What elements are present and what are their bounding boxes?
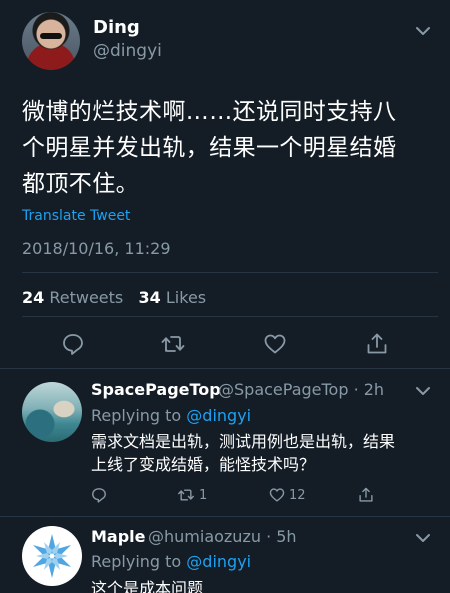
tweet-action-bar xyxy=(0,331,450,359)
reply-icon[interactable] xyxy=(90,486,108,504)
divider xyxy=(22,316,438,317)
divider xyxy=(0,516,450,517)
tweet-text-line: 个明星并发出轨，结果一个明星结婚 xyxy=(22,135,397,161)
reply-action-bar: 1 12 xyxy=(0,486,450,506)
tweet-text-line: 微博的烂技术啊……还说同时支持八 xyxy=(22,99,397,125)
like-icon xyxy=(268,486,286,504)
reply-text: 这个是成本问题 xyxy=(91,577,436,593)
reply-avatar[interactable] xyxy=(22,382,82,442)
replying-to-prefix: Replying to xyxy=(91,552,187,571)
avatar-glasses xyxy=(40,33,62,39)
reply-avatar[interactable] xyxy=(22,526,82,586)
tweet-text-line: 都顶不住。 xyxy=(22,171,139,197)
retweet-icon xyxy=(176,486,196,504)
replying-to: Replying to @dingyi xyxy=(91,552,251,571)
reply-author-name[interactable]: Maple xyxy=(91,527,146,546)
retweet-button[interactable]: 1 xyxy=(176,486,207,504)
chevron-down-icon[interactable] xyxy=(416,533,430,543)
chevron-down-icon[interactable] xyxy=(416,386,430,396)
likes-count: 34 xyxy=(138,288,161,307)
author-handle[interactable]: @dingyi xyxy=(93,41,162,61)
likes-label: Likes xyxy=(165,288,207,307)
chevron-down-icon[interactable] xyxy=(416,26,430,36)
avatar[interactable] xyxy=(22,12,80,70)
tweet-text: 微博的烂技术啊……还说同时支持八 个明星并发出轨，结果一个明星结婚 都顶不住。 xyxy=(22,94,427,202)
reply-author-meta[interactable]: @humiaozuzu · 5h xyxy=(148,527,297,546)
tweet-stats: 24 Retweets 34 Likes xyxy=(22,288,206,307)
reply-author-meta[interactable]: @SpacePageTop · 2h xyxy=(218,380,384,399)
like-count: 12 xyxy=(289,487,306,503)
replying-to: Replying to @dingyi xyxy=(91,406,251,425)
reply-text-line: 需求文档是出轨，测试用例也是出轨，结果 xyxy=(91,432,396,451)
snowflake-logo-icon xyxy=(32,534,72,578)
like-icon[interactable] xyxy=(262,331,288,357)
retweets-stat[interactable]: 24 Retweets xyxy=(22,288,123,307)
divider xyxy=(22,272,438,273)
retweet-count: 1 xyxy=(199,487,208,503)
reply-author-name[interactable]: SpacePageTop xyxy=(91,380,221,399)
reply-text-line: 上线了变成结婚，能怪技术吗？ xyxy=(91,455,316,474)
share-icon[interactable] xyxy=(364,331,390,357)
replying-to-handle[interactable]: @dingyi xyxy=(186,552,251,571)
tweet-detail-page: Ding @dingyi 微博的烂技术啊……还说同时支持八 个明星并发出轨，结果… xyxy=(0,0,450,593)
reply-text: 需求文档是出轨，测试用例也是出轨，结果 上线了变成结婚，能怪技术吗？ xyxy=(91,430,436,476)
replying-to-prefix: Replying to xyxy=(91,406,187,425)
divider xyxy=(0,368,450,369)
share-icon[interactable] xyxy=(357,486,375,504)
retweets-label: Retweets xyxy=(49,288,124,307)
retweet-icon[interactable] xyxy=(160,331,186,357)
likes-stat[interactable]: 34 Likes xyxy=(139,288,207,307)
like-button[interactable]: 12 xyxy=(268,486,306,504)
tweet-timestamp[interactable]: 2018/10/16, 11:29 xyxy=(22,239,171,258)
reply-icon[interactable] xyxy=(60,331,86,357)
retweets-count: 24 xyxy=(22,288,45,307)
reply-text-line: 这个是成本问题 xyxy=(91,579,204,593)
author-name[interactable]: Ding xyxy=(93,17,140,38)
replying-to-handle[interactable]: @dingyi xyxy=(186,406,251,425)
translate-tweet-link[interactable]: Translate Tweet xyxy=(22,208,130,224)
